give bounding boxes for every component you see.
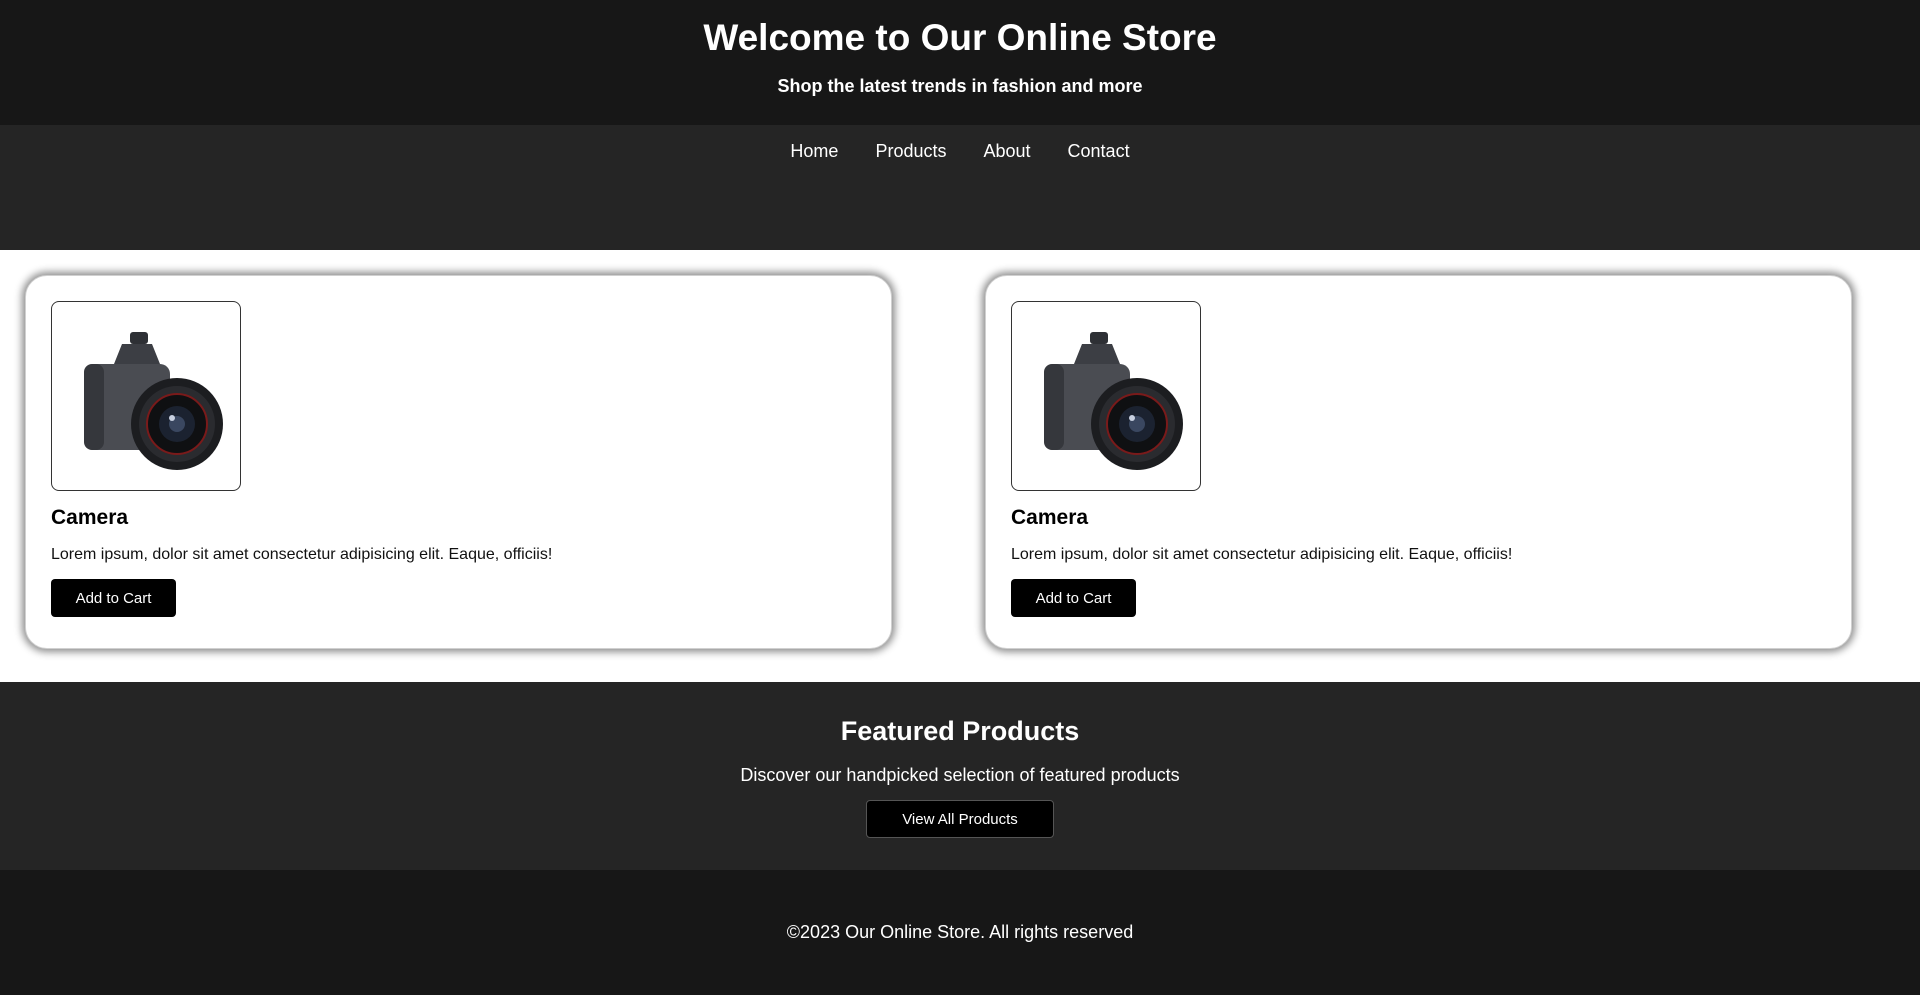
nav-link-home[interactable]: Home xyxy=(790,141,838,161)
product-description: Lorem ipsum, dolor sit amet consectetur … xyxy=(1011,546,1513,563)
nav-item-home: Home xyxy=(790,139,838,163)
nav-link-about[interactable]: About xyxy=(983,141,1030,161)
site-tagline: Shop the latest trends in fashion and mo… xyxy=(777,76,1143,96)
site-title: Welcome to Our Online Store xyxy=(703,17,1217,58)
nav-list: Home Products About Contact xyxy=(0,139,1920,163)
product-card: Camera Lorem ipsum, dolor sit amet conse… xyxy=(25,275,892,649)
nav-item-contact: Contact xyxy=(1068,139,1130,163)
product-image xyxy=(51,301,241,491)
nav-link-products[interactable]: Products xyxy=(875,141,946,161)
camera-icon xyxy=(1044,332,1183,470)
view-all-products-button[interactable]: View All Products xyxy=(866,800,1054,838)
main-nav: Home Products About Contact xyxy=(0,125,1920,250)
camera-icon xyxy=(84,332,223,470)
product-name: Camera xyxy=(51,506,129,529)
product-description: Lorem ipsum, dolor sit amet consectetur … xyxy=(51,546,553,563)
product-image xyxy=(1011,301,1201,491)
site-footer: ©2023 Our Online Store. All rights reser… xyxy=(0,870,1920,995)
product-card: Camera Lorem ipsum, dolor sit amet conse… xyxy=(985,275,1852,649)
add-to-cart-button[interactable]: Add to Cart xyxy=(51,579,176,617)
product-name: Camera xyxy=(1011,506,1089,529)
nav-link-contact[interactable]: Contact xyxy=(1068,141,1130,161)
site-header: Welcome to Our Online Store Shop the lat… xyxy=(0,0,1920,125)
featured-section: Featured Products Discover our handpicke… xyxy=(0,682,1920,870)
featured-title: Featured Products xyxy=(840,716,1080,746)
copyright-text: ©2023 Our Online Store. All rights reser… xyxy=(786,922,1134,942)
nav-item-about: About xyxy=(983,139,1030,163)
nav-item-products: Products xyxy=(875,139,946,163)
featured-text: Discover our handpicked selection of fea… xyxy=(740,765,1180,785)
products-section: Camera Lorem ipsum, dolor sit amet conse… xyxy=(0,250,1920,682)
add-to-cart-button[interactable]: Add to Cart xyxy=(1011,579,1136,617)
